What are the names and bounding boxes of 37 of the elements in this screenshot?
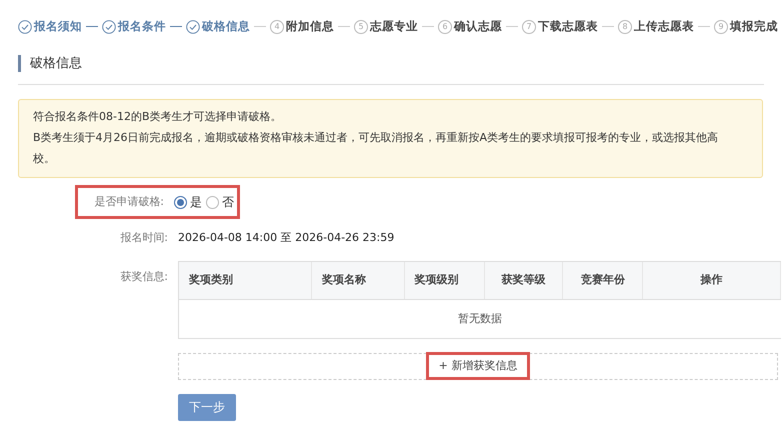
column-header: 操作	[643, 262, 781, 299]
step-number: 6	[438, 20, 452, 34]
step-tab[interactable]: 4 附加信息	[270, 18, 334, 36]
step-tab[interactable]: 报名条件	[102, 18, 166, 36]
check-circle-icon	[102, 20, 116, 34]
notice-text: B类考生须于4月26日前完成报名，逾期或破格资格审核未通过者，可先取消报名，再重新按A类考生的要求填报可报考的专业，或选报其他高校。	[33, 130, 720, 168]
column-header: 奖项名称	[312, 262, 405, 299]
radio-option[interactable]: 是	[174, 193, 202, 212]
radio-option[interactable]: 否	[206, 193, 234, 212]
step-number: 5	[354, 20, 368, 34]
field-value: 2026-04-08 14:00 至 2026-04-26 23:59	[178, 230, 394, 246]
radio-button[interactable]	[174, 196, 187, 209]
step-tab[interactable]: 6 确认志愿	[438, 18, 502, 36]
step-tab[interactable]: 9 填报完成	[714, 18, 778, 36]
section-title: 破格信息	[18, 55, 782, 72]
check-circle-icon	[18, 20, 32, 34]
field-label: 获奖信息:	[119, 268, 169, 285]
step-tab[interactable]: 7 下载志愿表	[522, 18, 598, 36]
step-tab[interactable]: 破格信息	[186, 18, 250, 36]
column-header: 奖项级别	[404, 262, 485, 299]
notice-text: 符合报名条件08-12的B类考生才可选择申请破格。	[33, 109, 283, 126]
radio-button[interactable]	[206, 196, 219, 209]
step-number: 8	[618, 20, 632, 34]
step-tab[interactable]: 5 志愿专业	[354, 18, 418, 36]
step-tab[interactable]: 报名须知	[18, 18, 82, 36]
field-label: 报名时间:	[119, 230, 169, 246]
add-award-button[interactable]: + 新增获奖信息	[428, 355, 528, 378]
step-number: 7	[522, 20, 536, 34]
step-number: 4	[270, 20, 284, 34]
field-label: 是否申请破格:	[93, 194, 165, 210]
empty-message: 暂无数据	[457, 310, 503, 326]
step-number: 9	[714, 20, 728, 34]
column-header: 竞赛年份	[563, 262, 644, 299]
step-tab[interactable]: 8 上传志愿表	[618, 18, 694, 36]
check-circle-icon	[186, 20, 200, 34]
column-header: 奖项类别	[179, 262, 312, 299]
column-header: 获奖等级	[484, 262, 564, 299]
